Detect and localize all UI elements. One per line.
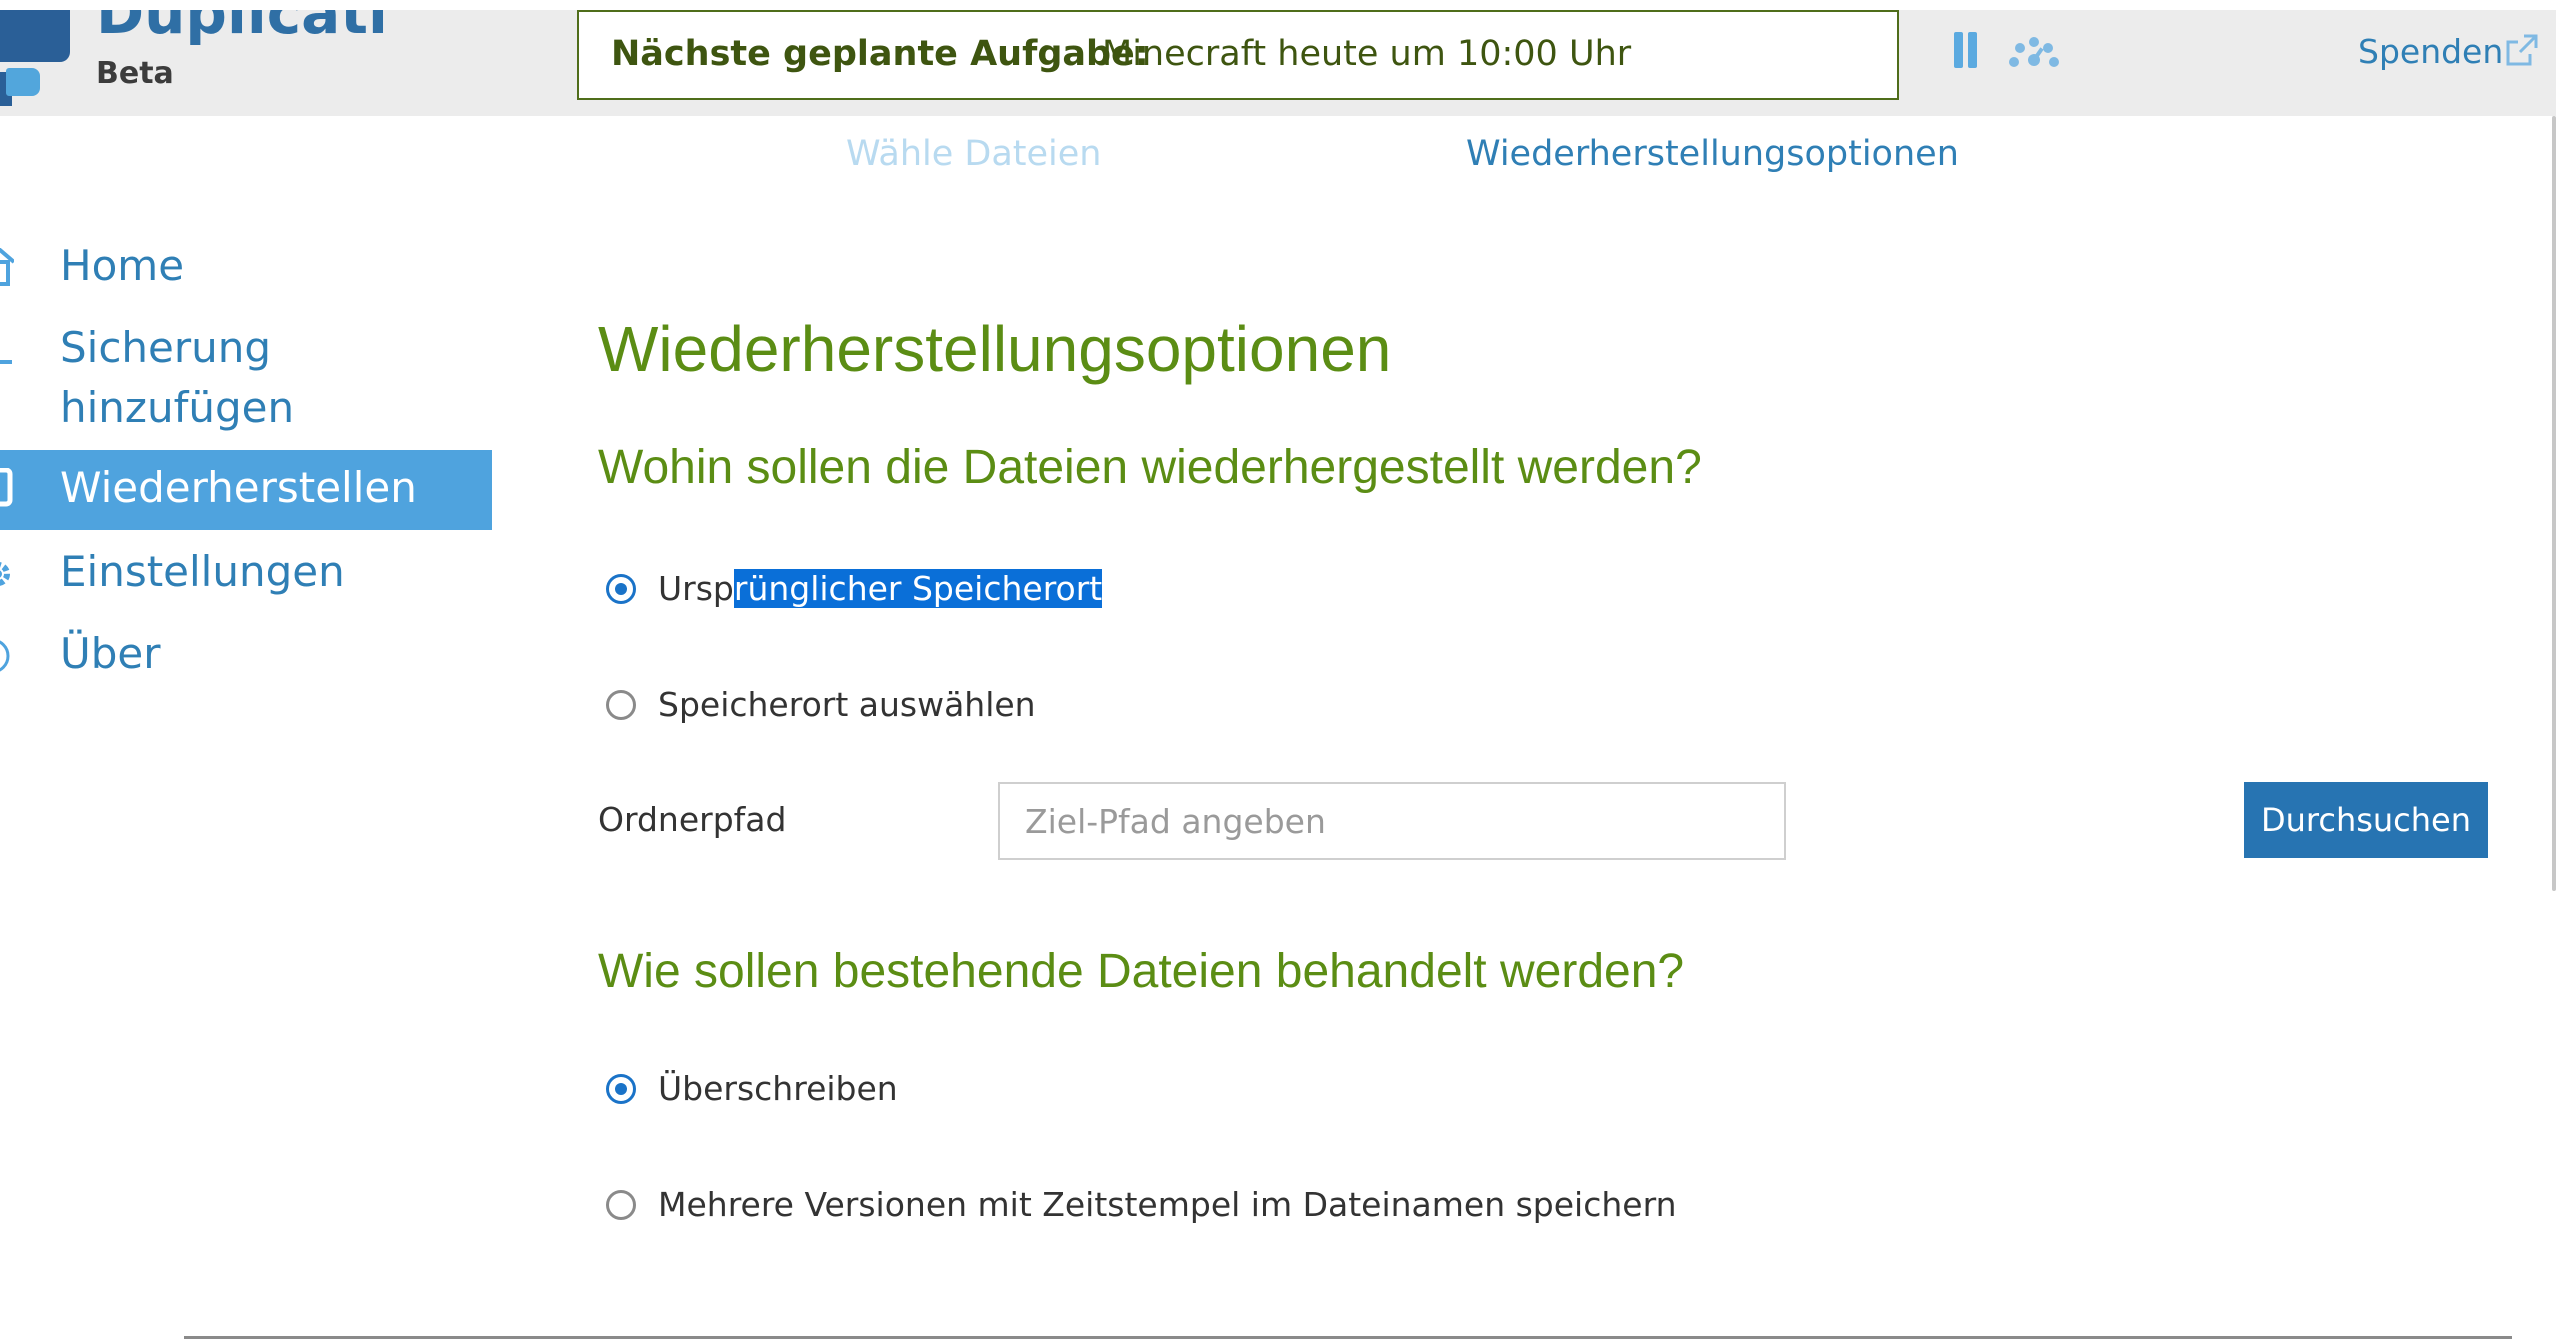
- brand-beta-label: Beta: [96, 56, 174, 91]
- restore-icon: [0, 468, 13, 507]
- sidebar-item-label: Home: [60, 241, 185, 290]
- existing-files-question: Wie sollen bestehende Dateien behandelt …: [598, 945, 1685, 998]
- radio-button-checked[interactable]: [606, 574, 636, 604]
- radio-label-choose-location: Speicherort auswählen: [658, 685, 1036, 724]
- info-icon: [0, 640, 10, 672]
- home-icon: [0, 248, 14, 286]
- next-scheduled-task-box: Nächste geplante Aufgabe: Minecraft heut…: [577, 10, 1899, 100]
- content-divider: [184, 1336, 2512, 1339]
- radio-label-overwrite: Überschreiben: [658, 1069, 898, 1108]
- sidebar-item-home[interactable]: Home: [0, 236, 492, 296]
- browse-button[interactable]: Durchsuchen: [2244, 782, 2488, 858]
- restore-location-question: Wohin sollen die Dateien wiederhergestel…: [598, 441, 1702, 494]
- sidebar-item-label: Wiederherstellen: [60, 463, 417, 512]
- sidebar-item-label: Einstellungen: [60, 547, 345, 596]
- next-task-label: Nächste geplante Aufgabe:: [611, 34, 1149, 74]
- step-choose-files[interactable]: Wähle Dateien: [846, 134, 1101, 174]
- radio-button[interactable]: [606, 690, 636, 720]
- throttle-gauge-icon[interactable]: [2004, 32, 2064, 72]
- sidebar-item-label: Über: [60, 629, 161, 678]
- radio-label-original-location: Ursprünglicher Speicherort: [658, 569, 1103, 608]
- page-title: Wiederherstellungsoptionen: [598, 313, 1392, 385]
- app-header: Duplicati Beta Nächste geplante Aufgabe:…: [0, 0, 2556, 116]
- duplicati-logo: [0, 10, 70, 106]
- radio-label-timestamped-versions: Mehrere Versionen mit Zeitstempel im Dat…: [658, 1185, 1677, 1224]
- add-icon: [0, 360, 12, 364]
- selected-text: rünglicher Speicherort: [733, 569, 1103, 608]
- next-task-value: Minecraft heute um 10:00 Uhr: [1102, 34, 1632, 74]
- top-edge: [0, 0, 2556, 10]
- radio-button[interactable]: [606, 1190, 636, 1220]
- folder-path-input[interactable]: [998, 782, 1786, 860]
- sidebar-item-label: Sicherung hinzufügen: [60, 323, 295, 433]
- radio-button-checked[interactable]: [606, 1074, 636, 1104]
- sidebar-item-settings[interactable]: Einstellungen: [0, 542, 492, 606]
- donate-link[interactable]: Spenden: [2358, 32, 2503, 71]
- pause-icon[interactable]: [1954, 32, 1984, 72]
- scrollbar-thumb[interactable]: [2552, 116, 2556, 891]
- sidebar-item-about[interactable]: Über: [0, 624, 492, 688]
- external-link-icon[interactable]: [2504, 32, 2540, 68]
- sidebar-item-restore[interactable]: Wiederherstellen: [0, 450, 492, 530]
- step-restore-options[interactable]: Wiederherstellungsoptionen: [1466, 134, 1959, 174]
- gear-icon: [0, 562, 10, 586]
- folder-path-label: Ordnerpfad: [598, 800, 787, 839]
- sidebar-item-add-backup[interactable]: Sicherung hinzufügen: [0, 318, 492, 438]
